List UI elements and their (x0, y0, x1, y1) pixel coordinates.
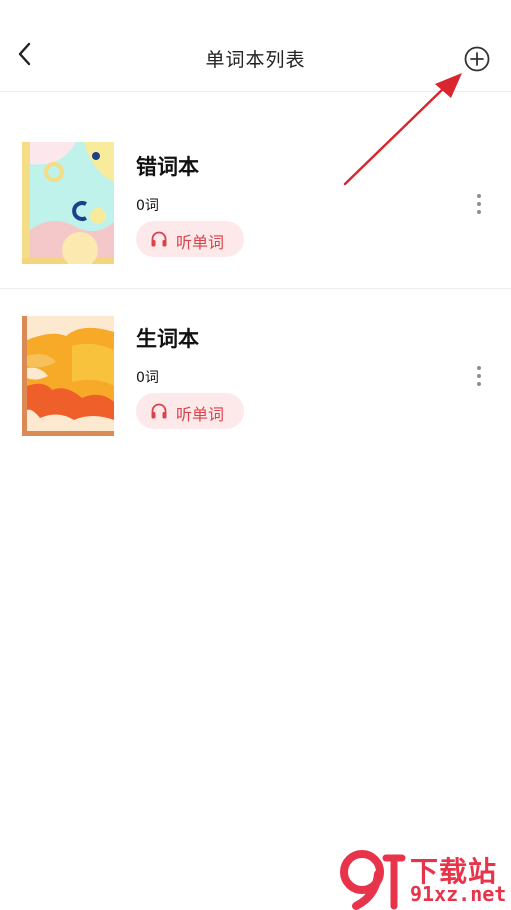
more-vertical-icon (477, 210, 481, 214)
watermark-logo-icon (340, 850, 406, 910)
watermark: 下载站 91xz.net (340, 848, 511, 910)
more-vertical-icon (477, 374, 481, 378)
top-bar: 单词本列表 (0, 0, 511, 92)
more-vertical-icon (477, 202, 481, 206)
orange-flame-cover (22, 316, 114, 436)
wordbook-item-new-words[interactable]: 生词本 0词 听单词 (0, 290, 511, 460)
more-vertical-icon (477, 382, 481, 386)
headphones-icon (151, 231, 167, 247)
word-count: 0词 (136, 198, 159, 214)
wordbook-name: 错词本 (136, 155, 199, 179)
pastel-shapes-cover (22, 142, 114, 264)
wordbook-item-mistakes[interactable]: 错词本 0词 听单词 (0, 118, 511, 288)
add-wordbook-button[interactable] (463, 45, 491, 73)
more-options-button[interactable] (469, 192, 489, 216)
more-options-button[interactable] (469, 364, 489, 388)
word-count: 0词 (136, 370, 159, 386)
listen-words-label: 听单词 (176, 233, 225, 252)
listen-words-button[interactable]: 听单词 (136, 221, 244, 257)
listen-words-button[interactable]: 听单词 (136, 393, 244, 429)
plus-circle-icon (464, 46, 490, 72)
divider (0, 288, 511, 289)
listen-words-label: 听单词 (176, 405, 225, 424)
more-vertical-icon (477, 194, 481, 198)
headphones-icon (151, 403, 167, 419)
page-title: 单词本列表 (205, 49, 306, 71)
watermark-domain: 91xz.net (410, 882, 507, 906)
more-vertical-icon (477, 366, 481, 370)
wordbook-name: 生词本 (136, 327, 199, 351)
